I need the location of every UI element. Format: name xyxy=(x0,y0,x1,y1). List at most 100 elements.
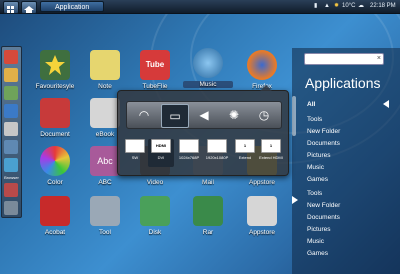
app-label: Note xyxy=(98,83,112,90)
category-all[interactable]: All xyxy=(307,101,315,108)
quick-settings-bar: ◠ ▭ ◀ ✺ ◷ xyxy=(126,101,282,129)
temperature: 10°C xyxy=(342,3,356,9)
app-label: Video xyxy=(146,179,164,186)
home-icon[interactable] xyxy=(21,1,37,14)
window-title-text: Application xyxy=(55,4,90,11)
sidebar-label: Browser xyxy=(4,175,19,180)
category-music[interactable]: Music xyxy=(307,164,324,171)
popup-notch xyxy=(260,85,272,91)
app-firefox[interactable]: Firefox xyxy=(237,50,287,90)
mode-label: 1920x1080P xyxy=(205,155,229,160)
top-bar: Application ▮ ▲ ✹ 10°C ☁ 22:18 PM xyxy=(0,0,400,14)
mode-extend[interactable]: 1 Extend xyxy=(232,139,258,167)
scroll-left-arrow[interactable] xyxy=(383,100,389,108)
monitor-icon[interactable] xyxy=(4,140,18,154)
category-tools[interactable]: Tools xyxy=(307,116,322,123)
app-tubeflie[interactable]: Tube TubeFlie xyxy=(130,50,180,90)
app-rar[interactable]: Rar xyxy=(183,196,233,236)
category-new-folder[interactable]: New Folder xyxy=(307,128,340,135)
mode-screen xyxy=(125,139,145,153)
app-label: Appstore xyxy=(248,179,276,186)
timer-icon[interactable]: ◷ xyxy=(251,104,277,126)
palette-icon xyxy=(40,146,70,176)
acrobat-icon xyxy=(40,196,70,226)
clear-icon[interactable]: × xyxy=(377,54,381,64)
document-icon[interactable] xyxy=(4,86,18,100)
star-icon xyxy=(40,50,70,80)
sun-icon: ✹ xyxy=(334,3,340,9)
app-label: Music xyxy=(183,81,233,88)
note-icon xyxy=(90,50,120,80)
category-documents[interactable]: Documents xyxy=(307,140,340,147)
pencil-icon[interactable] xyxy=(4,122,18,136)
panel-scrollbar[interactable] xyxy=(292,96,296,136)
app-color[interactable]: Color xyxy=(30,146,80,186)
mode-1920x1080p[interactable]: 1920x1080P xyxy=(204,139,230,167)
folder-icon[interactable] xyxy=(4,68,18,82)
mode-label: 1024x768P xyxy=(178,155,200,160)
sidebar-dock: Browser xyxy=(1,46,22,218)
mode-sw[interactable]: SW xyxy=(122,139,148,167)
app-acobat[interactable]: Acobat xyxy=(30,196,80,236)
category-documents-2[interactable]: Documents xyxy=(307,214,340,221)
mode-screen xyxy=(179,139,199,153)
network-icon[interactable]: ▲ xyxy=(324,1,330,12)
wifi-icon[interactable]: ◠ xyxy=(131,104,157,126)
category-pictures[interactable]: Pictures xyxy=(307,152,330,159)
app-disk[interactable]: Disk xyxy=(130,196,180,236)
cloud-icon: ☁ xyxy=(358,3,364,9)
category-new-folder-2[interactable]: New Folder xyxy=(307,202,340,209)
category-tools-2[interactable]: Tools xyxy=(307,190,322,197)
app-label: Mail xyxy=(202,179,214,186)
panel-title: Applications xyxy=(305,75,381,91)
calendar-icon[interactable] xyxy=(4,50,18,64)
app-note[interactable]: Note xyxy=(80,50,130,90)
app-label: Disk xyxy=(148,229,162,236)
flag-icon[interactable]: ▮ xyxy=(314,1,317,12)
scroll-right-arrow[interactable] xyxy=(292,196,298,204)
volume-icon[interactable]: ◀ xyxy=(191,104,217,126)
brightness-icon[interactable]: ✺ xyxy=(221,104,247,126)
display-settings-popup: ◠ ▭ ◀ ✺ ◷ SW HDMI DVI 1024x768P 1920x1080… xyxy=(117,85,289,176)
category-games[interactable]: Games xyxy=(307,176,328,183)
ebook-icon xyxy=(90,98,120,128)
mode-screen: HDMI xyxy=(151,139,171,153)
mode-label: DVI xyxy=(157,155,165,160)
browser-icon[interactable] xyxy=(4,104,18,118)
rar-icon xyxy=(193,196,223,226)
category-music-2[interactable]: Music xyxy=(307,238,324,245)
tools-icon[interactable] xyxy=(4,201,18,215)
app-label: TubeFlie xyxy=(142,83,168,90)
mode-screen: 1 xyxy=(261,139,281,153)
category-games-2[interactable]: Games xyxy=(307,250,328,257)
mode-extend-hdmi[interactable]: 1 Extend HDMI xyxy=(258,139,284,167)
search-input[interactable]: × xyxy=(304,53,384,65)
app-favouritesyle[interactable]: Favouritesyle xyxy=(30,50,80,90)
category-pictures-2[interactable]: Pictures xyxy=(307,226,330,233)
start-button[interactable] xyxy=(3,1,19,14)
abc-icon: Abc xyxy=(90,146,120,176)
app-document[interactable]: Document xyxy=(30,98,80,138)
window-title[interactable]: Application xyxy=(40,1,104,12)
app-appstore-2[interactable]: Appstore xyxy=(237,196,287,236)
screen-icon[interactable]: ▭ xyxy=(161,104,189,128)
app-label: Tool xyxy=(99,229,111,236)
app-label: Document xyxy=(40,131,70,138)
app-label: Acobat xyxy=(44,229,66,236)
disk-icon[interactable] xyxy=(4,183,18,197)
tool-icon xyxy=(90,196,120,226)
disk-icon xyxy=(140,196,170,226)
app-music[interactable]: Music xyxy=(183,48,233,88)
mode-dvi[interactable]: HDMI DVI xyxy=(148,139,174,167)
globe-icon[interactable] xyxy=(4,158,18,172)
mode-1024x768p[interactable]: 1024x768P xyxy=(176,139,202,167)
clock-time: 22:18 PM xyxy=(370,3,396,9)
app-tool[interactable]: Tool xyxy=(80,196,130,236)
app-label: Appstore xyxy=(248,229,276,236)
app-label: ABC xyxy=(98,179,112,186)
app-label: Color xyxy=(47,179,63,186)
mode-label: Extend HDMI xyxy=(259,155,283,160)
app-label: Favouritesyle xyxy=(35,83,75,90)
mode-screen: 1 xyxy=(235,139,255,153)
mode-label: Extend xyxy=(238,155,252,160)
